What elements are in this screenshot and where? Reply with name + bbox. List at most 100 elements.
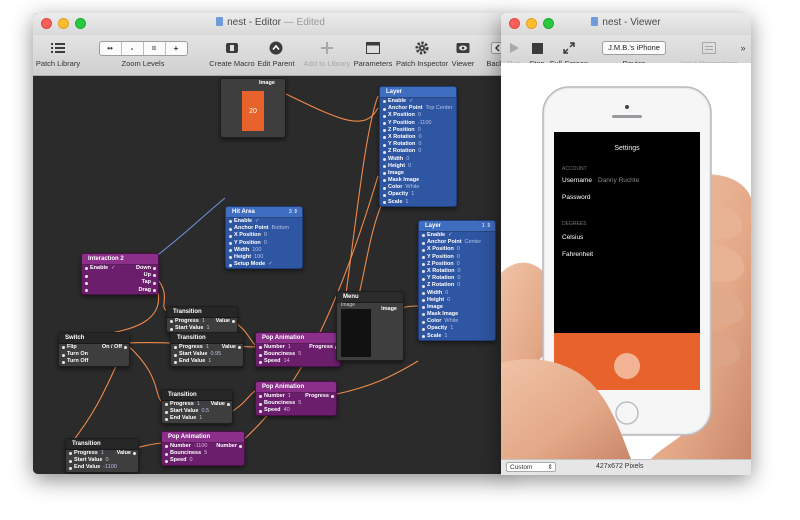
node-port-row[interactable]: Bounciness 5 xyxy=(256,351,340,358)
pop3-node[interactable]: Pop Animation Number -1100 Number Bounciness… xyxy=(161,431,245,466)
output-port[interactable]: Value xyxy=(211,401,231,408)
add-to-library-button[interactable]: Add to Library xyxy=(301,35,353,75)
node-port-row[interactable]: Width 0 xyxy=(419,290,495,297)
output-port[interactable]: Up xyxy=(144,272,157,279)
node-port-row[interactable]: Number 1 Progress xyxy=(256,344,340,351)
node-port-row[interactable]: Color White xyxy=(419,318,495,325)
node-port-row[interactable]: Enable ✓ xyxy=(380,98,456,105)
celsius-option[interactable]: Celsius xyxy=(562,234,583,241)
node-port-row[interactable]: Progress 1 Value xyxy=(167,318,237,325)
node-port-row[interactable]: X Position 0 xyxy=(419,246,495,253)
node-port-row[interactable]: Anchor Point Top Center xyxy=(380,105,456,112)
node-port-row[interactable]: Image xyxy=(419,304,495,311)
node-port-row[interactable]: Number -1100 Number xyxy=(162,443,244,450)
node-port-row[interactable]: Speed 14 xyxy=(256,358,340,365)
node-port-row[interactable]: X Position 0 xyxy=(226,232,302,239)
node-port-row[interactable]: Scale 1 xyxy=(419,333,495,340)
output-port[interactable]: Progress xyxy=(309,344,338,351)
transition4-node[interactable]: Transition Progress 1 Value Start Value 0 End … xyxy=(65,438,139,473)
zoom-fit-button[interactable]: •• xyxy=(100,41,122,55)
node-port-row[interactable]: Enable ✓ Down xyxy=(82,265,158,272)
node-port-row[interactable]: Start Value 0.95 xyxy=(171,351,243,358)
node-port-row[interactable]: Y Position -1100 xyxy=(380,120,456,127)
node-port-row[interactable]: Flip On / Off xyxy=(59,344,129,351)
node-port-row[interactable]: Z Position 0 xyxy=(380,127,456,134)
transition2-node[interactable]: Transition Progress 1 Value Start Value 0.95 E… xyxy=(170,332,244,367)
node-port-row[interactable]: Z Rotation 0 xyxy=(419,282,495,289)
node-port-row[interactable]: Anchor Point Bottom xyxy=(226,225,302,232)
node-port-row[interactable]: Width 0 xyxy=(380,156,456,163)
node-port-row[interactable]: Y Position 0 xyxy=(226,240,302,247)
node-port-row[interactable]: Opacity 1 xyxy=(380,191,456,198)
node-port-row[interactable]: Z Rotation 0 xyxy=(380,148,456,155)
node-port-row[interactable]: Mask Image xyxy=(380,177,456,184)
node-port-row[interactable]: Tap xyxy=(82,279,158,286)
node-port-row[interactable]: Height 100 xyxy=(226,254,302,261)
node-port-row[interactable]: End Value 1 xyxy=(162,415,232,422)
node-port-row[interactable]: Enable ✓ xyxy=(419,232,495,239)
node-port-row[interactable]: Enable ✓ xyxy=(226,218,302,225)
node-port-row[interactable]: Anchor Point Center xyxy=(419,239,495,246)
patch-inspector-button[interactable]: Patch Inspector xyxy=(394,35,450,75)
image-node[interactable]: Image 20 xyxy=(220,78,286,138)
node-port-row[interactable]: X Position 0 xyxy=(380,112,456,119)
edit-parent-button[interactable]: Edit Parent xyxy=(255,35,297,75)
viewer-button[interactable]: Viewer xyxy=(450,35,476,75)
layer2-node[interactable]: Layer 1 ⇕ Enable ✓ Anchor Point Center X Posit… xyxy=(418,220,496,341)
node-port-row[interactable]: Setup Mode ✓ xyxy=(226,261,302,268)
node-port-row[interactable]: Turn Off xyxy=(59,358,129,365)
fahrenheit-option[interactable]: Fahrenheit xyxy=(562,251,593,258)
patch-canvas[interactable]: Image 20 Layer Enable ✓ Anchor Point Top Cen… xyxy=(33,76,508,474)
node-port-row[interactable]: Image xyxy=(380,170,456,177)
transition3-node[interactable]: Transition Progress 1 Value Start Value 0.5 En… xyxy=(161,389,233,424)
output-port[interactable]: Value xyxy=(117,450,137,457)
output-port[interactable]: Tap xyxy=(142,279,157,286)
node-port-row[interactable]: Bounciness 5 xyxy=(256,400,336,407)
node-port-row[interactable]: Bounciness 5 xyxy=(162,450,244,457)
node-port-row[interactable]: Height 0 xyxy=(380,163,456,170)
node-port-row[interactable]: Progress 1 Value xyxy=(171,344,243,351)
create-macro-button[interactable]: Create Macro xyxy=(209,35,255,75)
node-port-row[interactable]: Number 1 Progress xyxy=(256,393,336,400)
node-port-row[interactable]: Y Rotation 0 xyxy=(419,275,495,282)
parameters-button[interactable]: Parameters xyxy=(351,35,395,75)
node-port-row[interactable]: Drag xyxy=(82,287,158,294)
node-port-row[interactable]: Speed 40 xyxy=(256,407,336,414)
layer1-node[interactable]: Layer Enable ✓ Anchor Point Top Center X Posi… xyxy=(379,86,457,207)
node-port-row[interactable]: Mask Image xyxy=(419,311,495,318)
node-port-row[interactable]: Color White xyxy=(380,184,456,191)
node-port-row[interactable]: Y Position 0 xyxy=(419,254,495,261)
output-port[interactable]: Value xyxy=(222,344,242,351)
pop2-node[interactable]: Pop Animation Number 1 Progress Bounciness 5 S… xyxy=(255,381,337,416)
zoom-actual-button[interactable]: = xyxy=(144,41,166,55)
transition1-node[interactable]: Transition Progress 1 Value Start Value 1 xyxy=(166,306,238,334)
pop1-node[interactable]: Pop Animation Number 1 Progress Bounciness 5 S… xyxy=(255,332,341,367)
node-port-row[interactable]: Progress 1 Value xyxy=(162,401,232,408)
node-port-row[interactable]: X Rotation 0 xyxy=(419,268,495,275)
node-port-row[interactable]: Start Value 0 xyxy=(66,457,138,464)
zoom-out-button[interactable]: - xyxy=(122,41,144,55)
zoom-in-button[interactable]: + xyxy=(166,42,187,55)
output-port[interactable]: On / Off xyxy=(102,344,128,351)
node-port-row[interactable]: Start Value 0.5 xyxy=(162,408,232,415)
node-port-row[interactable]: Turn On xyxy=(59,351,129,358)
node-port-row[interactable]: Progress 1 Value xyxy=(66,450,138,457)
node-port-row[interactable]: Up xyxy=(82,272,158,279)
node-port-row[interactable]: Height 0 xyxy=(419,297,495,304)
size-select[interactable]: Custom ⇕ xyxy=(506,462,556,472)
switch-node[interactable]: Switch Flip On / Off Turn On Turn Off xyxy=(58,332,130,367)
password-field[interactable]: Password xyxy=(562,194,591,201)
node-port-row[interactable]: Scale 1 xyxy=(380,199,456,206)
node-port-row[interactable]: Y Rotation 0 xyxy=(380,141,456,148)
output-port[interactable]: Down xyxy=(136,265,156,272)
username-field[interactable]: Danny Ruchte xyxy=(598,177,639,184)
output-port[interactable]: Value xyxy=(216,318,236,325)
menu-node[interactable]: Menu Image Image xyxy=(336,291,404,361)
node-port-row[interactable]: Speed 0 xyxy=(162,457,244,464)
node-port-row[interactable]: Opacity 1 xyxy=(419,325,495,332)
node-port-row[interactable]: Z Position 0 xyxy=(419,261,495,268)
node-port-row[interactable]: Width 100 xyxy=(226,247,302,254)
output-port[interactable]: Number xyxy=(216,443,242,450)
device-value[interactable]: J.M.B.'s iPhone xyxy=(602,41,666,55)
output-port[interactable]: Progress xyxy=(305,393,334,400)
